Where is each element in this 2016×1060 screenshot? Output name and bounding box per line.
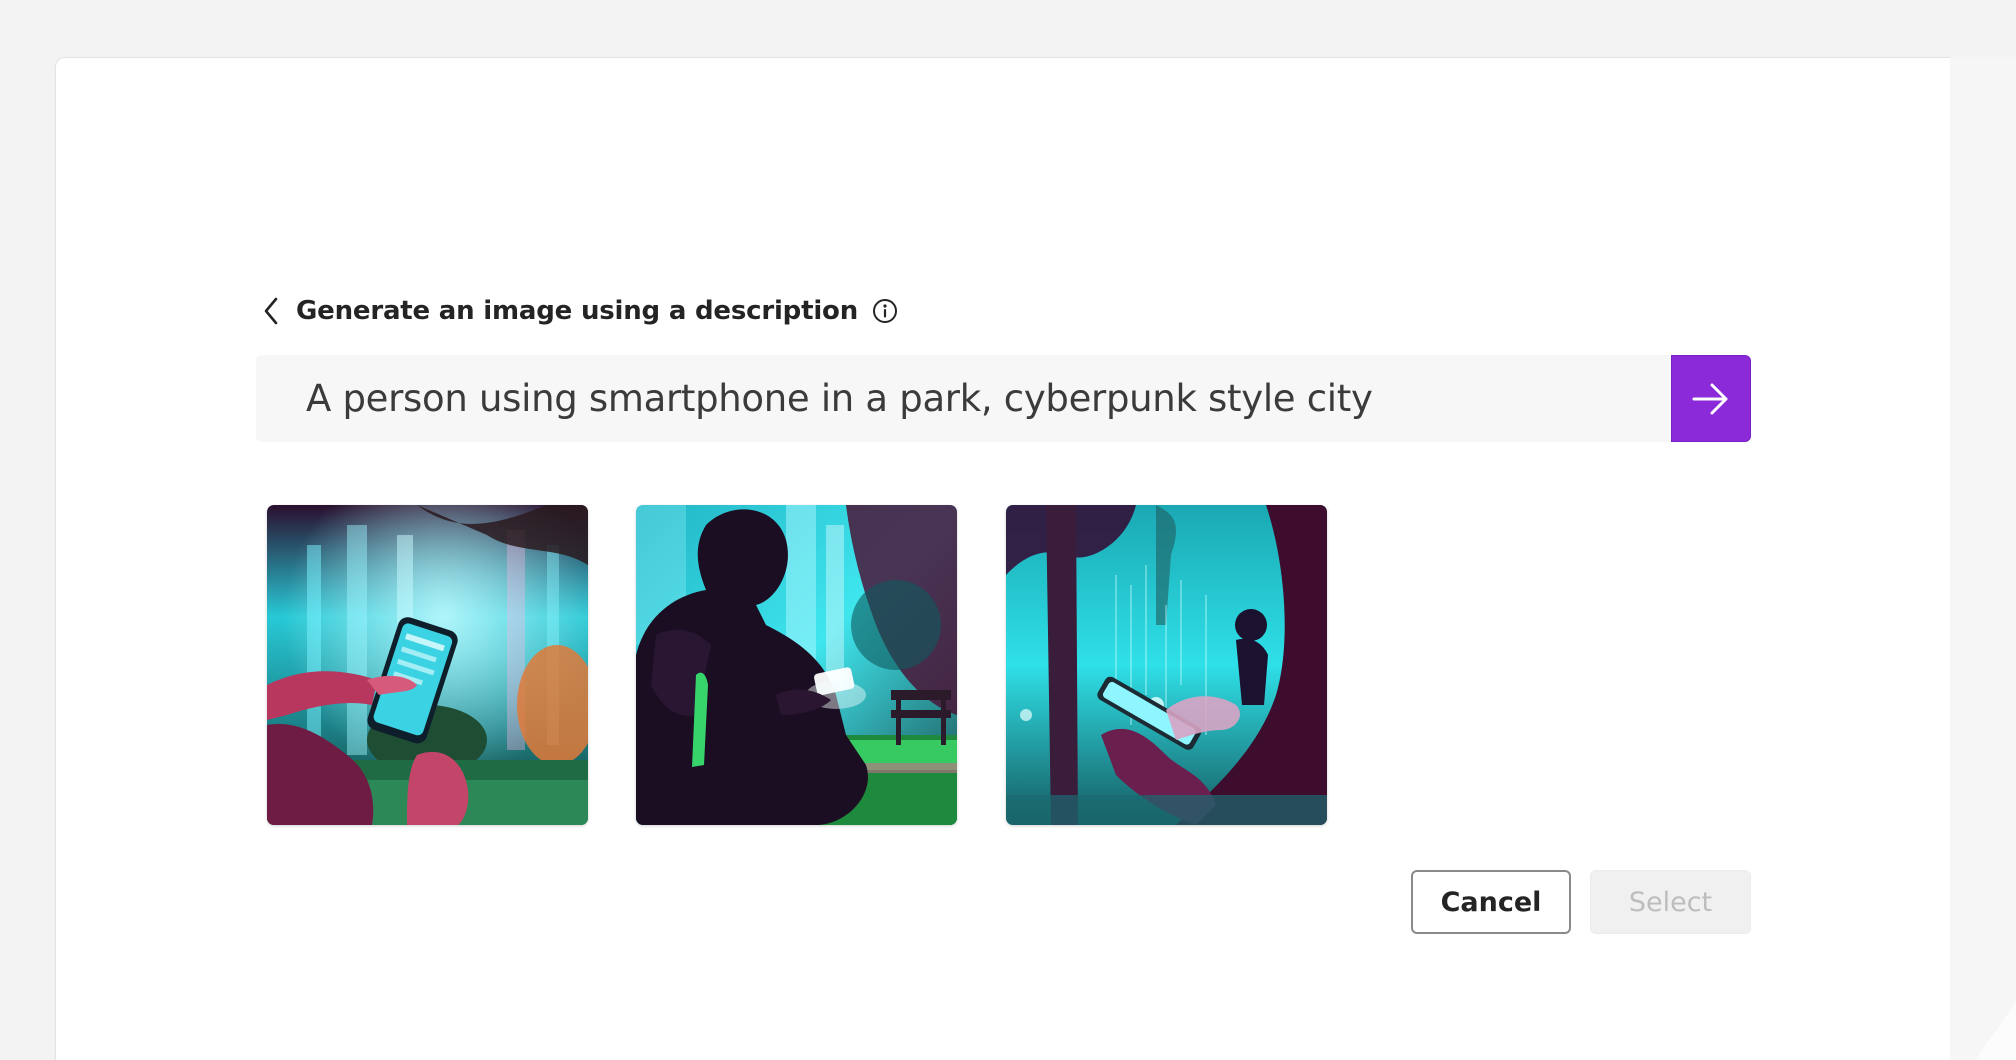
app-canvas: Generate an image using a description A … [0,0,2016,1060]
prompt-bar [256,355,1751,442]
dialog-title: Generate an image using a description [296,296,859,326]
chevron-left-icon [264,297,278,325]
generated-image-3[interactable] [1006,505,1327,825]
arrow-right-icon [1692,383,1728,414]
cancel-button[interactable]: Cancel [1411,870,1571,934]
prompt-input[interactable] [256,355,1671,442]
generate-button[interactable] [1671,355,1751,442]
info-button[interactable] [872,298,898,324]
info-icon [873,299,898,323]
dialog-header: Generate an image using a description [262,292,898,330]
background-edge [1950,57,2016,1060]
generated-image-2[interactable] [636,505,957,825]
back-button[interactable] [262,292,288,330]
image-silhouette-on-bench [636,505,957,825]
generated-image-1[interactable] [267,505,588,825]
image-cyberpunk-phone-hands [267,505,588,825]
select-button[interactable]: Select [1590,870,1751,934]
image-phone-tree-park [1006,505,1327,825]
